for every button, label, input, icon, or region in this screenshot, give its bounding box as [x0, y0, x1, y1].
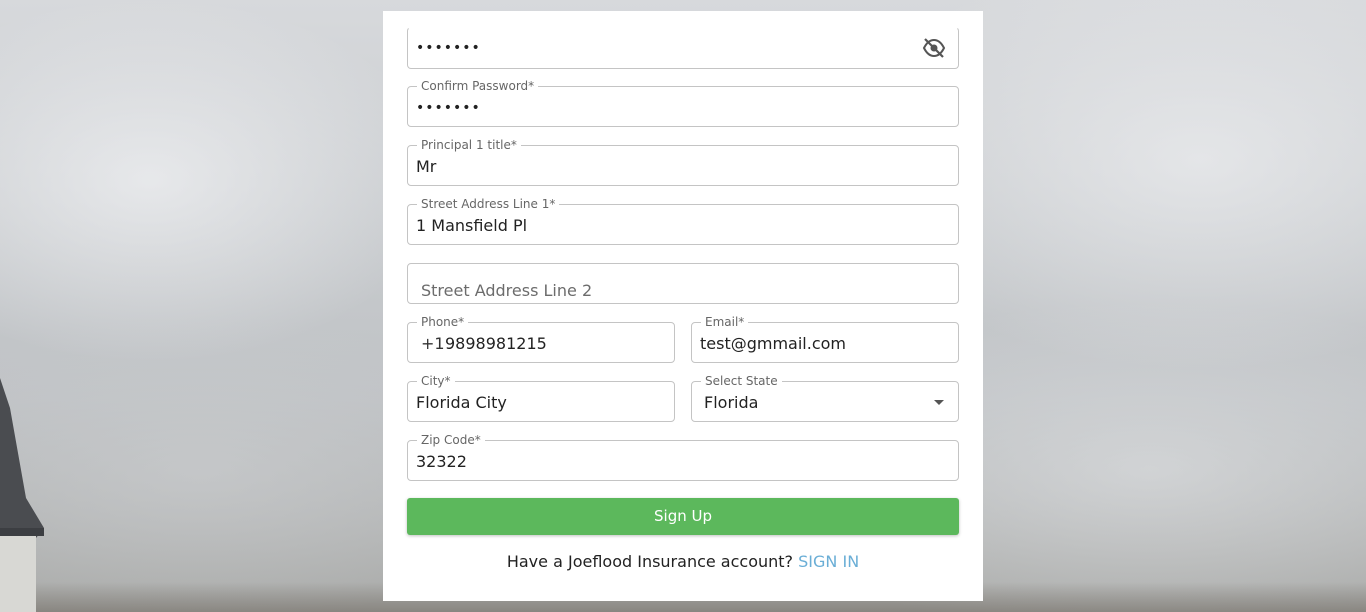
city-label: City* — [417, 373, 455, 389]
state-value: Florida — [704, 393, 759, 412]
state-select[interactable]: Select State Florida — [691, 373, 959, 422]
sign-in-prompt: Have a Joeflood Insurance account? SIGN … — [383, 552, 983, 572]
street-address-1-field[interactable]: Street Address Line 1* 1 Mansfield Pl — [407, 196, 959, 245]
state-label: Select State — [701, 373, 782, 389]
confirm-password-value: ••••••• — [416, 100, 481, 116]
signup-card: ••••••• Confirm Password* ••••••• Princi… — [383, 11, 983, 601]
sign-in-link[interactable]: SIGN IN — [798, 552, 859, 571]
phone-label: Phone* — [417, 314, 469, 330]
street-address-2-field[interactable]: Street Address Line 2 — [407, 263, 959, 304]
sign-up-button[interactable]: Sign Up — [407, 498, 959, 535]
city-field[interactable]: City* Florida City — [407, 373, 675, 422]
caret-down-icon[interactable] — [934, 400, 944, 405]
confirm-password-label: Confirm Password* — [417, 78, 539, 94]
zip-code-value: 32322 — [416, 452, 467, 471]
city-value: Florida City — [416, 393, 507, 412]
email-field[interactable]: Email* test@gmmail.com — [691, 314, 959, 363]
background-tower — [0, 378, 44, 612]
street-address-1-label: Street Address Line 1* — [417, 196, 560, 212]
email-label: Email* — [701, 314, 749, 330]
password-field[interactable]: ••••••• — [407, 27, 959, 69]
phone-value: 9898981215 — [445, 334, 547, 353]
eye-off-icon[interactable] — [922, 38, 946, 58]
email-value: test@gmmail.com — [700, 334, 847, 353]
phone-country-code[interactable]: +1 — [421, 334, 445, 354]
phone-field[interactable]: Phone* +1 9898981215 — [407, 314, 675, 363]
street-address-1-value: 1 Mansfield Pl — [416, 216, 528, 235]
street-address-2-placeholder: Street Address Line 2 — [421, 281, 593, 300]
password-value: ••••••• — [416, 40, 481, 56]
zip-code-label: Zip Code* — [417, 432, 485, 448]
zip-code-field[interactable]: Zip Code* 32322 — [407, 432, 959, 481]
principal-title-label: Principal 1 title* — [417, 137, 521, 153]
principal-title-field[interactable]: Principal 1 title* Mr — [407, 137, 959, 186]
account-prompt-text: Have a Joeflood Insurance account? — [506, 552, 794, 571]
confirm-password-field[interactable]: Confirm Password* ••••••• — [407, 78, 959, 127]
principal-title-value: Mr — [416, 157, 437, 176]
